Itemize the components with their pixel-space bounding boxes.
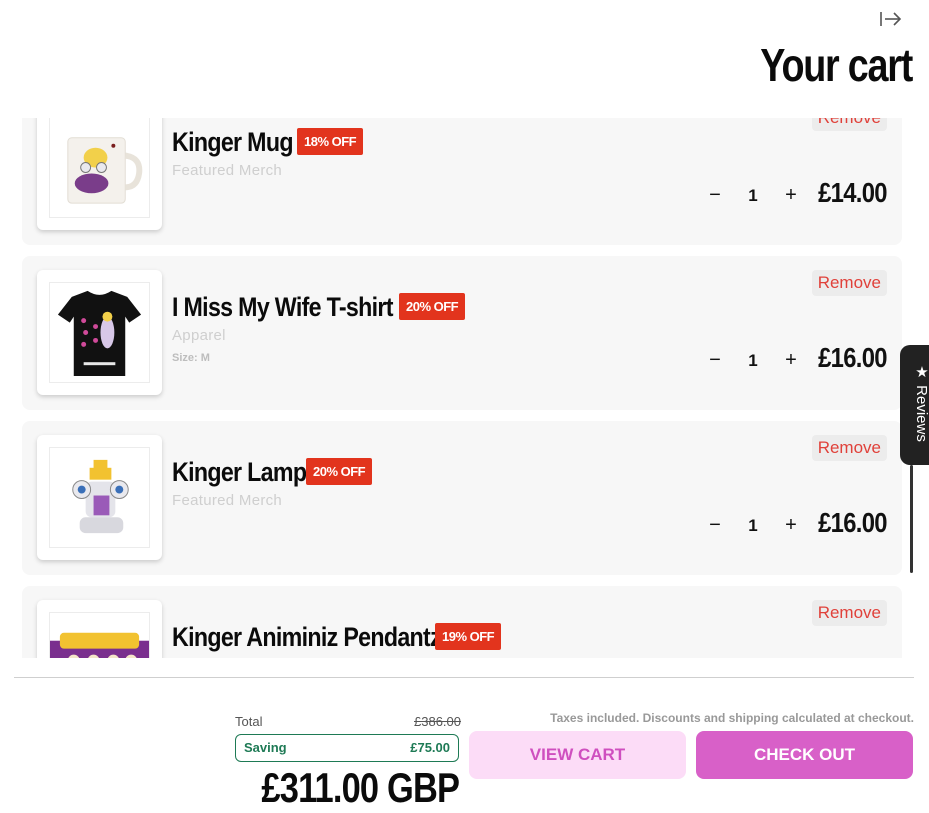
cart-items-list: Kinger Mug 18% OFF Featured Merch Remove… <box>22 118 902 658</box>
compare-at-total: £386.00 <box>414 714 461 729</box>
discount-badge: 18% OFF <box>297 128 364 155</box>
cart-item: Kinger Lamp 20% OFF Featured Merch Remov… <box>22 421 902 575</box>
remove-button[interactable]: Remove <box>811 435 887 461</box>
discount-badge: 20% OFF <box>399 293 466 320</box>
tax-note: Taxes included. Discounts and shipping c… <box>550 711 914 725</box>
product-thumbnail[interactable] <box>37 270 162 395</box>
product-name[interactable]: I Miss My Wife T-shirt <box>172 292 393 323</box>
tshirt-image <box>49 282 150 383</box>
scrollbar-thumb[interactable] <box>910 465 913 573</box>
quantity-value[interactable]: 1 <box>744 186 762 206</box>
cart-item: I Miss My Wife T-shirt 20% OFF Apparel S… <box>22 256 902 410</box>
saving-amount: £75.00 <box>410 740 450 755</box>
remove-button[interactable]: Remove <box>811 118 887 131</box>
cart-items-scroll-area[interactable]: Kinger Mug 18% OFF Featured Merch Remove… <box>0 118 910 658</box>
remove-button[interactable]: Remove <box>811 600 887 626</box>
product-name[interactable]: Kinger Animiniz Pendantz <box>172 622 442 653</box>
product-category: Featured Merch <box>172 492 283 509</box>
line-price: £14.00 <box>818 177 887 208</box>
product-category: Apparel <box>172 327 226 344</box>
quantity-decrease-button[interactable]: − <box>705 184 725 207</box>
saving-box: Saving £75.00 <box>235 734 459 762</box>
product-thumbnail[interactable] <box>37 600 162 658</box>
quantity-increase-button[interactable]: + <box>781 514 801 537</box>
checkout-button[interactable]: CHECK OUT <box>696 731 913 779</box>
page-title: Your cart <box>760 39 913 91</box>
total-label: Total <box>235 714 263 729</box>
quantity-decrease-button[interactable]: − <box>705 349 725 372</box>
mug-image <box>49 118 150 218</box>
quantity-increase-button[interactable]: + <box>781 349 801 372</box>
reviews-tab-label: ★ Reviews <box>913 363 929 442</box>
quantity-increase-button[interactable]: + <box>781 184 801 207</box>
grand-total: £311.00 GBP <box>261 764 460 811</box>
saving-label: Saving <box>244 740 287 755</box>
reviews-tab[interactable]: ★ Reviews <box>900 345 929 465</box>
star-icon: ★ <box>913 363 929 381</box>
line-price: £16.00 <box>818 507 887 538</box>
product-name[interactable]: Kinger Lamp <box>172 457 307 488</box>
quantity-decrease-button[interactable]: − <box>705 514 725 537</box>
discount-badge: 20% OFF <box>306 458 373 485</box>
quantity-value[interactable]: 1 <box>744 516 762 536</box>
line-price: £16.00 <box>818 342 887 373</box>
cart-item: Kinger Mug 18% OFF Featured Merch Remove… <box>22 118 902 245</box>
product-category: Featured Merch <box>172 162 283 179</box>
product-thumbnail[interactable] <box>37 435 162 560</box>
quantity-value[interactable]: 1 <box>744 351 762 371</box>
product-thumbnail[interactable] <box>37 118 162 230</box>
product-name[interactable]: Kinger Mug <box>172 127 294 158</box>
cart-item: Kinger Animiniz Pendantz 19% OFF Remove <box>22 586 902 658</box>
pendant-box-image <box>49 612 150 658</box>
remove-button[interactable]: Remove <box>811 270 887 296</box>
exit-arrow-icon <box>880 12 902 26</box>
close-cart-button[interactable] <box>879 9 903 29</box>
product-variant: Size: M <box>172 352 210 364</box>
view-cart-button[interactable]: VIEW CART <box>469 731 686 779</box>
discount-badge: 19% OFF <box>435 623 502 650</box>
divider <box>14 677 914 678</box>
lamp-image <box>49 447 150 548</box>
